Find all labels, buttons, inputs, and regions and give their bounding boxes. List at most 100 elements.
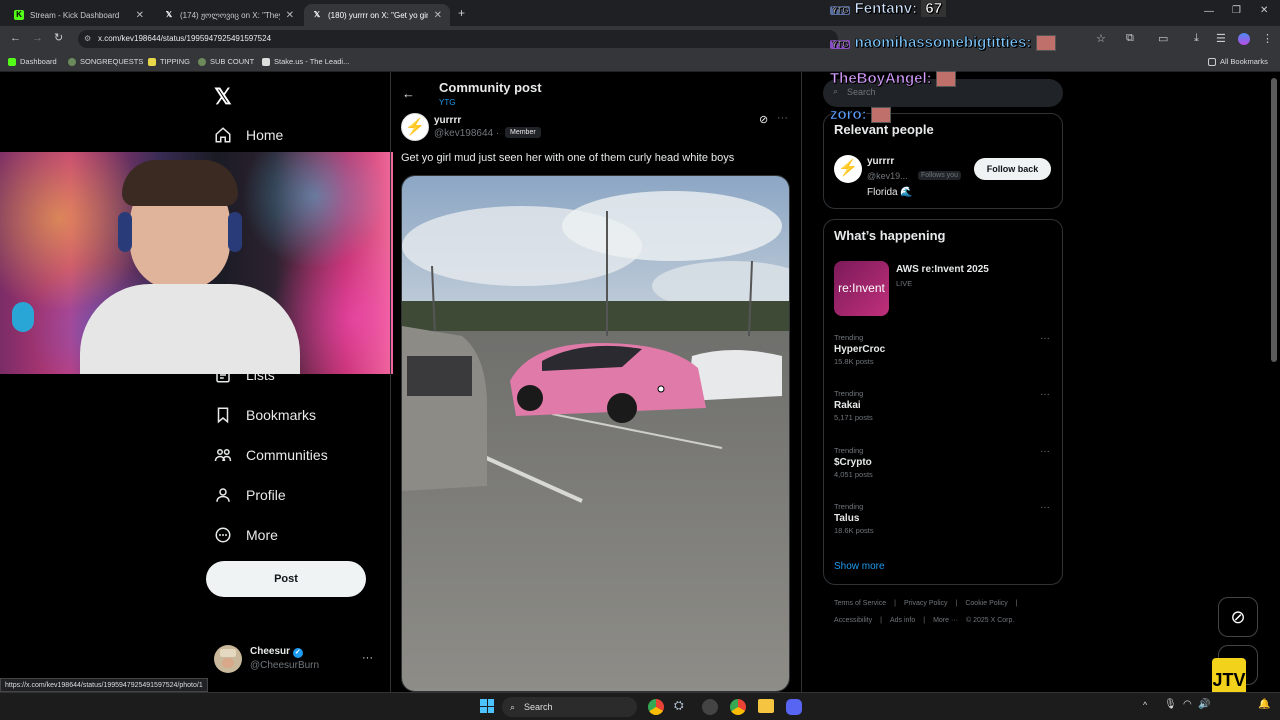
forward-icon[interactable]: → <box>32 32 43 44</box>
account-menu-icon[interactable]: ··· <box>362 652 373 664</box>
nav-bookmarks[interactable]: Bookmarks <box>214 406 316 424</box>
browser-tab-bar: K Stream - Kick Dashboard ✕ 𝕏 (174) ჟოლო… <box>0 0 1280 26</box>
tab-x-174[interactable]: 𝕏 (174) ჟოლოვიც on X: "They're co ✕ <box>156 4 302 26</box>
nav-communities[interactable]: Communities <box>214 446 328 464</box>
community-link[interactable]: YTG <box>439 98 455 107</box>
bookmark-stake[interactable]: Stake.us - The Leadi... <box>262 57 349 66</box>
author-name[interactable]: yurrrr <box>434 115 461 126</box>
tab-label: (174) ჟოლოვიც on X: "They're co <box>180 10 280 20</box>
close-icon[interactable]: ✕ <box>434 10 442 21</box>
x-logo-icon[interactable]: 𝕏 <box>214 84 232 110</box>
more-circle-icon <box>215 527 231 543</box>
bookmark-star-icon[interactable]: ☆ <box>1096 32 1106 45</box>
avatar[interactable] <box>214 645 242 673</box>
decor-ball <box>12 302 34 332</box>
close-icon[interactable]: ✕ <box>286 10 294 21</box>
trend-item[interactable]: Trending Talus 18.6K posts <box>834 502 874 535</box>
all-bookmarks[interactable]: All Bookmarks <box>1208 57 1268 66</box>
discord-icon[interactable] <box>786 699 802 715</box>
reload-icon[interactable]: ↻ <box>54 31 63 44</box>
person-avatar[interactable]: ⚡ <box>834 155 862 183</box>
file-explorer-icon[interactable] <box>758 699 774 713</box>
event-image[interactable]: re:Invent <box>834 261 889 316</box>
post-image[interactable] <box>401 175 790 692</box>
author-avatar[interactable]: ⚡ <box>401 113 429 141</box>
author-handle[interactable]: @kev198644 · <box>434 128 499 139</box>
extensions-icon[interactable]: ⧉ <box>1126 32 1134 45</box>
footer-link[interactable]: Cookie Policy <box>965 600 1007 607</box>
tray-chevron-icon[interactable]: ^ <box>1143 700 1147 710</box>
tab-x-180[interactable]: 𝕏 (180) yurrrr on X: "Get yo girl m ✕ <box>304 4 450 26</box>
profile-avatar-icon[interactable] <box>1238 33 1250 45</box>
trend-item[interactable]: Trending Rakai 5,171 posts <box>834 389 873 422</box>
scrollbar-thumb[interactable] <box>1271 78 1277 362</box>
footer-link[interactable]: Accessibility <box>834 617 872 624</box>
webcam-overlay <box>0 152 393 374</box>
chat-badge-icon: YTG <box>830 6 851 15</box>
trend-item[interactable]: Trending $Crypto 4,051 posts <box>834 446 873 479</box>
bookmark-dashboard[interactable]: Dashboard <box>8 57 57 66</box>
download-icon[interactable]: ⤓ <box>1194 32 1199 45</box>
chat-username: Fentanv: <box>854 0 918 17</box>
back-arrow-icon[interactable]: ← <box>402 86 415 101</box>
trend-more-icon[interactable]: ··· <box>1040 502 1050 513</box>
trend-item[interactable]: Trending HyperCroc 15.8K posts <box>834 333 885 366</box>
volume-icon[interactable]: 🔊 <box>1198 699 1210 710</box>
event-title[interactable]: AWS re:Invent 2025 <box>896 264 989 275</box>
close-window-icon[interactable]: ✕ <box>1260 5 1268 16</box>
nav-more[interactable]: More <box>214 526 278 544</box>
bookmark-tipping[interactable]: TIPPING <box>148 57 190 66</box>
grok-icon[interactable]: ⊘ <box>759 113 768 126</box>
obs-icon[interactable] <box>702 699 718 715</box>
person-handle[interactable]: @kev19... <box>867 171 908 181</box>
wifi-icon[interactable]: ◠ <box>1183 699 1192 710</box>
nav-profile[interactable]: Profile <box>214 486 286 504</box>
tab-kick-dashboard[interactable]: K Stream - Kick Dashboard ✕ <box>6 4 152 26</box>
bookmark-sub-count[interactable]: SUB COUNT <box>198 57 254 66</box>
bookmark-songrequests[interactable]: SONGREQUESTS <box>68 57 143 66</box>
trend-more-icon[interactable]: ··· <box>1040 389 1050 400</box>
notification-icon[interactable]: 🔔 <box>1258 699 1270 710</box>
maximize-icon[interactable]: ❐ <box>1232 5 1241 16</box>
bookmark-label: SONGREQUESTS <box>80 57 144 66</box>
person-name[interactable]: yurrrr <box>867 156 894 167</box>
new-tab-icon[interactable]: + <box>458 6 465 20</box>
tab-label: (180) yurrrr on X: "Get yo girl m <box>328 10 428 20</box>
nav-label: Profile <box>246 487 286 503</box>
grok-float-icon[interactable]: ⊘ <box>1218 597 1258 637</box>
nav-label: Bookmarks <box>246 407 317 423</box>
chrome-icon[interactable] <box>648 699 664 715</box>
home-icon <box>215 127 231 143</box>
nav-home[interactable]: Home <box>214 126 283 144</box>
show-more-link[interactable]: Show more <box>834 561 885 572</box>
post-button[interactable]: Post <box>206 561 366 597</box>
microphone-icon[interactable]: 🎙 <box>1164 699 1177 710</box>
footer-link[interactable]: Ads info <box>890 617 915 624</box>
site-info-icon[interactable]: ⚙ <box>84 30 91 48</box>
follow-back-button[interactable]: Follow back <box>974 158 1051 180</box>
footer-link[interactable]: Privacy Policy <box>904 600 948 607</box>
chrome-icon[interactable] <box>730 699 746 715</box>
menu-kebab-icon[interactable]: ⋮ <box>1262 32 1273 45</box>
headphone-left <box>118 212 132 252</box>
trend-more-icon[interactable]: ··· <box>1040 333 1050 344</box>
steam-icon[interactable]: ⛭ <box>674 698 684 713</box>
url-bar[interactable]: ⚙ x.com/kev198644/status/199594792549159… <box>78 30 838 48</box>
streamer-hair <box>122 160 238 206</box>
footer-link[interactable]: Terms of Service <box>834 600 886 607</box>
trend-more-icon[interactable]: ··· <box>1040 446 1050 457</box>
headphone-right <box>228 212 242 252</box>
settings-sliders-icon[interactable]: ☰ <box>1216 32 1226 45</box>
back-icon[interactable]: ← <box>10 32 21 44</box>
chat-username: TheBoyAngel: <box>830 70 932 88</box>
bookmark-label: Dashboard <box>20 57 57 66</box>
taskbar-search[interactable]: ⌕ Search <box>502 697 637 717</box>
close-icon[interactable]: ✕ <box>136 10 144 21</box>
windows-start-icon[interactable] <box>480 699 494 713</box>
minimize-icon[interactable]: — <box>1204 6 1214 17</box>
sidepanel-icon[interactable]: ▭ <box>1158 32 1168 45</box>
relevant-people-title: Relevant people <box>834 122 934 137</box>
footer-link[interactable]: More ··· <box>933 617 958 624</box>
tip-icon <box>148 57 156 66</box>
post-more-icon[interactable]: ··· <box>777 112 788 124</box>
